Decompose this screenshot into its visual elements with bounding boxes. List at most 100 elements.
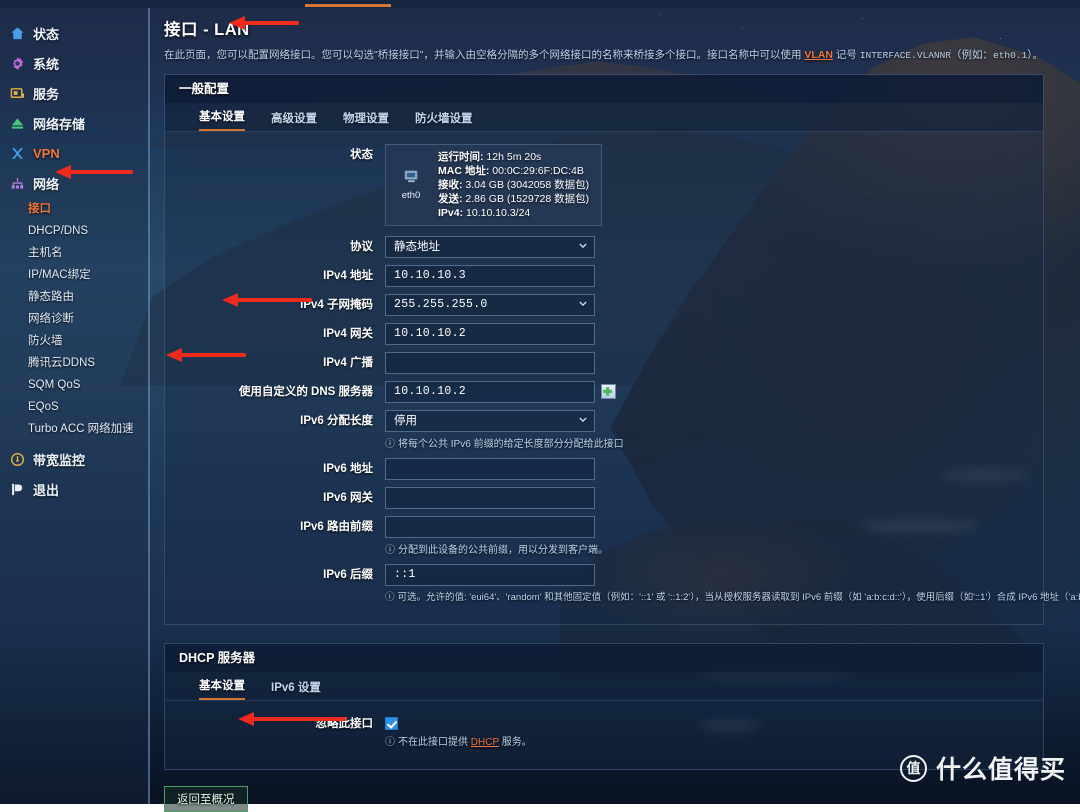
sidebar-item-network-storage[interactable]: 网络存储 [0, 108, 148, 138]
vlan-link[interactable]: VLAN [804, 49, 833, 61]
help-icon: ⓘ [385, 435, 395, 450]
sidebar-item-hostnames[interactable]: 主机名 [0, 242, 148, 264]
row-ipv4-gateway: IPv4 网关 10.10.10.2 [165, 323, 1043, 345]
sidebar-item-diagnostics[interactable]: 网络诊断 [0, 308, 148, 330]
sidebar-item-label: 状态 [33, 24, 59, 43]
sidebar-item-tencent-ddns[interactable]: 腾讯云DDNS [0, 352, 148, 374]
ipv6-gateway-input[interactable] [385, 487, 595, 509]
sidebar-item-system[interactable]: 系统 [0, 48, 148, 78]
sidebar-item-services[interactable]: 服务 [0, 78, 148, 108]
general-config-heading: 一般配置 [165, 75, 1043, 103]
ipv6-address-input[interactable] [385, 458, 595, 480]
ipv4-address-label: IPv4 地址 [165, 265, 385, 287]
interface-status-lines: 运行时间: 12h 5m 20s MAC 地址: 00:0C:29:6F:DC:… [438, 150, 589, 220]
help-icon: ⓘ [385, 733, 395, 748]
interface-icon-block: eth0 [392, 169, 430, 201]
page-title: 接口 - LAN [164, 16, 1080, 40]
tab-firewall-settings[interactable]: 防火墙设置 [415, 110, 473, 131]
page-description-text-3: （例如： [951, 49, 993, 61]
row-ipv6-gateway: IPv6 网关 [165, 487, 1043, 509]
services-icon [10, 86, 25, 101]
sidebar-item-sqm-qos[interactable]: SQM QoS [0, 374, 148, 396]
page-description-text-1: 在此页面，您可以配置网络接口。您可以勾选"桥接接口"，并输入由空格分隔的多个网络… [164, 49, 804, 61]
status-tx-value: 2.86 GB (1529728 数据包) [463, 193, 590, 205]
row-ipv6-suffix: IPv6 后缀 ::1 ⓘ可选。允许的值: 'eui64'、'random' 和… [165, 564, 1043, 603]
tab-physical-settings[interactable]: 物理设置 [343, 110, 389, 131]
status-tx-key: 发送: [438, 193, 463, 205]
sidebar-item-label: 带宽监控 [33, 450, 85, 469]
gear-icon [10, 56, 25, 71]
sidebar-item-dhcp-dns[interactable]: DHCP/DNS [0, 220, 148, 242]
status-uptime-key: 运行时间: [438, 151, 484, 163]
page-description-mono-1: INTERFACE.VLANNR [860, 50, 951, 61]
row-ipv4-netmask: IPv4 子网掩码 255.255.255.0 [165, 294, 1043, 316]
status-ipv4-line: IPv4: 10.10.10.3/24 [438, 206, 589, 220]
sidebar-item-vpn[interactable]: VPN [0, 138, 148, 168]
status-ipv4-key: IPv4: [438, 207, 463, 219]
ipv6-routed-prefix-input[interactable] [385, 516, 595, 538]
sidebar-item-firewall[interactable]: 防火墙 [0, 330, 148, 352]
general-config-panel: 一般配置 基本设置 高级设置 物理设置 防火墙设置 状态 [164, 74, 1044, 625]
ipv4-gateway-input[interactable]: 10.10.10.2 [385, 323, 595, 345]
sidebar-item-label: 系统 [33, 54, 59, 73]
protocol-label: 协议 [165, 236, 385, 258]
page-description-text-2: 记号 [833, 49, 860, 61]
ignore-interface-label: 忽略此接口 [165, 713, 385, 735]
status-mac-line: MAC 地址: 00:0C:29:6F:DC:4B [438, 164, 589, 178]
ipv6-assign-length-hint-text: 将每个公共 IPv6 前缀的给定长度部分分配给此接口 [398, 439, 624, 450]
ipv4-address-input[interactable]: 10.10.10.3 [385, 265, 595, 287]
status-uptime-value: 12h 5m 20s [484, 151, 542, 163]
ipv4-broadcast-input[interactable] [385, 352, 595, 374]
sidebar-item-network[interactable]: 网络 [0, 168, 148, 198]
tab-advanced-settings[interactable]: 高级设置 [271, 110, 317, 131]
protocol-select[interactable]: 静态地址 [385, 236, 595, 258]
status-uptime-line: 运行时间: 12h 5m 20s [438, 150, 589, 164]
ipv6-suffix-hint: ⓘ可选。允许的值: 'eui64'、'random' 和其他固定值（例如：'::… [385, 589, 1080, 603]
active-nav-indicator [305, 4, 391, 7]
status-rx-line: 接收: 3.04 GB (3042058 数据包) [438, 178, 589, 192]
page-description: 在此页面，您可以配置网络接口。您可以勾选"桥接接口"，并输入由空格分隔的多个网络… [164, 47, 1080, 62]
sidebar-item-turbo-acc[interactable]: Turbo ACC 网络加速 [0, 418, 148, 440]
page-description-mono-2: eth0.1 [993, 50, 1027, 61]
ethernet-icon [403, 169, 420, 184]
ignore-interface-hint-post: 服务。 [499, 737, 532, 748]
vpn-icon [10, 146, 25, 161]
sidebar-item-interfaces[interactable]: 接口 [0, 198, 148, 220]
ipv6-assign-length-select[interactable]: 停用 [385, 410, 595, 432]
help-icon: ⓘ [385, 541, 395, 556]
ipv6-address-label: IPv6 地址 [165, 458, 385, 480]
dhcp-link[interactable]: DHCP [471, 737, 499, 748]
tab-dhcp-ipv6-settings[interactable]: IPv6 设置 [271, 679, 321, 700]
sidebar-item-static-routes[interactable]: 静态路由 [0, 286, 148, 308]
sidebar-item-bandwidth-monitor[interactable]: 带宽监控 [0, 444, 148, 474]
ignore-interface-checkbox[interactable] [385, 717, 398, 730]
sidebar-item-logout[interactable]: 退出 [0, 474, 148, 504]
status-mac-value: 00:0C:29:6F:DC:4B [489, 165, 584, 177]
ipv4-netmask-select[interactable]: 255.255.255.0 [385, 294, 595, 316]
ipv4-broadcast-label: IPv4 广播 [165, 352, 385, 374]
ipv6-assign-length-hint: ⓘ将每个公共 IPv6 前缀的给定长度部分分配给此接口 [385, 435, 1043, 450]
tab-dhcp-basic-settings[interactable]: 基本设置 [199, 677, 245, 700]
row-ipv6-assign-length: IPv6 分配长度 停用 ⓘ将每个公共 IPv6 前缀的给定长度部分分配给此接口 [165, 410, 1043, 450]
sidebar-item-label: 网络 [33, 174, 59, 193]
watermark-badge: 值 [900, 755, 927, 782]
ipv6-suffix-hint-text: 可选。允许的值: 'eui64'、'random' 和其他固定值（例如：'::1… [398, 592, 1080, 603]
sidebar-item-label: VPN [33, 146, 60, 161]
ipv6-suffix-input[interactable]: ::1 [385, 564, 595, 586]
back-to-overview-button[interactable]: 返回至概况 [164, 786, 248, 812]
row-ignore-interface: 忽略此接口 ⓘ不在此接口提供 DHCP 服务。 [165, 713, 1043, 748]
status-rx-key: 接收: [438, 179, 463, 191]
add-dns-server-icon[interactable] [601, 384, 616, 399]
sidebar-item-eqos[interactable]: EQoS [0, 396, 148, 418]
custom-dns-input[interactable]: 10.10.10.2 [385, 381, 595, 403]
row-ipv6-routed-prefix: IPv6 路由前缀 ⓘ分配到此设备的公共前缀，用以分发到客户端。 [165, 516, 1043, 556]
ipv4-netmask-label: IPv4 子网掩码 [165, 294, 385, 316]
watermark: 值 什么值得买 [900, 750, 1066, 786]
ipv6-assign-length-label: IPv6 分配长度 [165, 410, 385, 432]
row-protocol: 协议 静态地址 [165, 236, 1043, 258]
sidebar-item-status[interactable]: 状态 [0, 18, 148, 48]
tab-basic-settings[interactable]: 基本设置 [199, 108, 245, 131]
sidebar-item-ip-mac-binding[interactable]: IP/MAC绑定 [0, 264, 148, 286]
sidebar-item-label: 服务 [33, 84, 59, 103]
sidebar-item-label: 退出 [33, 480, 59, 499]
